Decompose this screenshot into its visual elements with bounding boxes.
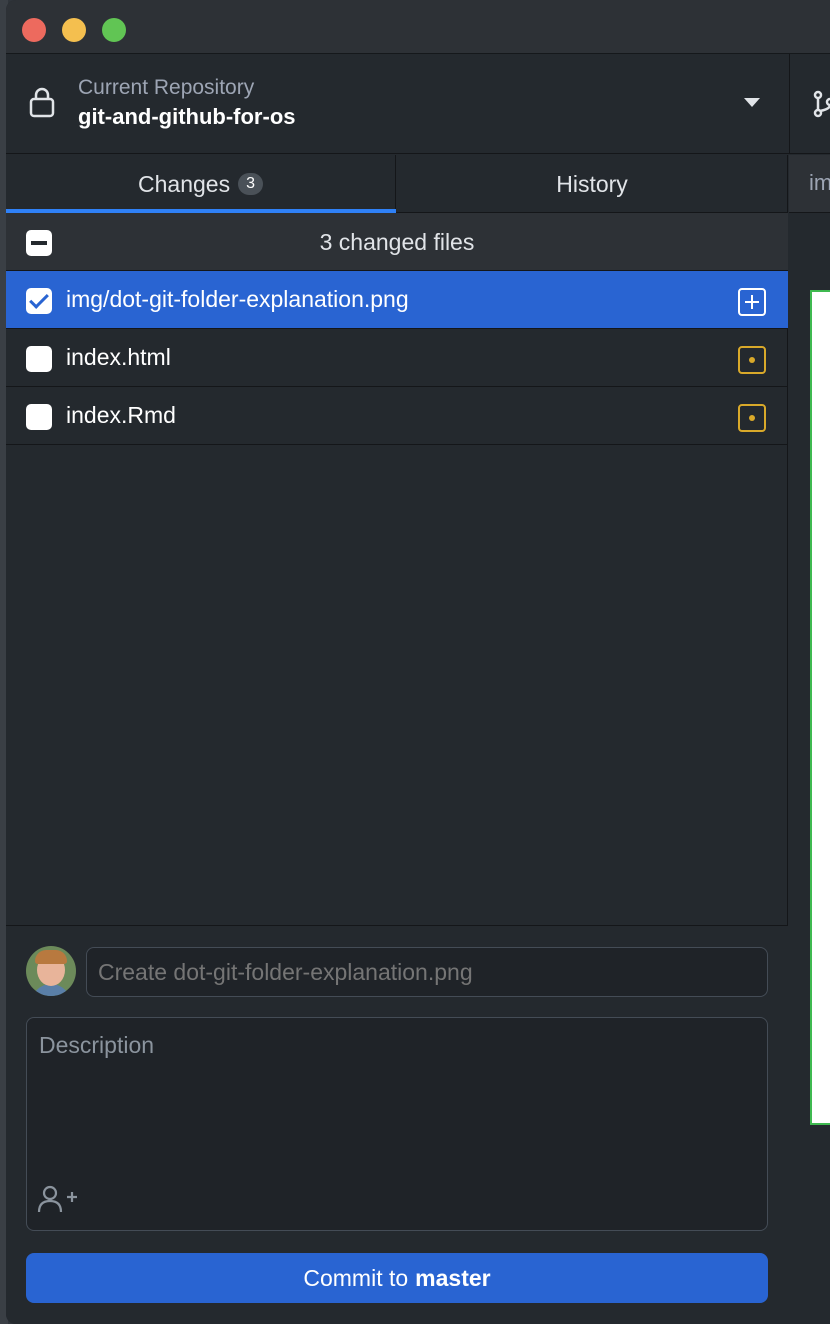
chevron-down-icon (744, 98, 760, 107)
description-placeholder: Description (39, 1032, 155, 1058)
branch-icon[interactable] (810, 88, 830, 120)
changes-count-badge: 3 (238, 173, 263, 195)
title-bar (6, 0, 830, 54)
add-coauthor-icon[interactable] (37, 1184, 77, 1214)
diff-file-header: im (789, 155, 830, 213)
sidebar: Changes 3 History 3 changed files img/do… (6, 155, 788, 1324)
maximize-window-button[interactable] (102, 18, 126, 42)
commit-message-area: Description Commit to master (6, 925, 788, 1324)
current-repository-button[interactable]: Current Repository git-and-github-for-os (6, 54, 790, 154)
tab-bar: Changes 3 History (6, 155, 788, 213)
file-include-checkbox[interactable] (26, 346, 52, 372)
diff-pane: im (789, 155, 830, 1324)
toolbar: Current Repository git-and-github-for-os (6, 54, 830, 154)
file-row[interactable]: index.html (6, 329, 788, 387)
tab-history[interactable]: History (397, 155, 787, 213)
avatar (26, 946, 76, 996)
lock-icon (29, 87, 55, 118)
repository-name: git-and-github-for-os (78, 104, 296, 129)
changed-files-count: 3 changed files (319, 229, 475, 255)
close-window-button[interactable] (22, 18, 46, 42)
commit-button-prefix: Commit to (303, 1264, 409, 1291)
minimize-window-button[interactable] (62, 18, 86, 42)
image-preview (810, 290, 830, 1125)
tab-changes[interactable]: Changes 3 (6, 155, 396, 213)
current-repository-label: Current Repository (78, 76, 255, 99)
github-desktop-window: Current Repository git-and-github-for-os… (6, 0, 830, 1324)
file-path: img/dot-git-folder-explanation.png (66, 286, 409, 312)
tab-history-label: History (556, 170, 628, 197)
file-path: index.html (66, 344, 171, 370)
tab-changes-label: Changes (138, 170, 231, 197)
commit-button[interactable]: Commit to master (26, 1253, 768, 1303)
changes-list-header: 3 changed files (6, 213, 788, 271)
commit-branch-name: master (415, 1264, 491, 1291)
commit-description-field[interactable]: Description (26, 1017, 768, 1231)
file-row[interactable]: index.Rmd (6, 387, 788, 445)
file-include-checkbox[interactable] (26, 288, 52, 314)
file-path: index.Rmd (66, 402, 176, 428)
file-added-icon (738, 288, 766, 316)
commit-summary-input[interactable] (86, 947, 768, 997)
file-modified-icon (738, 346, 766, 374)
file-include-checkbox[interactable] (26, 404, 52, 430)
file-modified-icon (738, 404, 766, 432)
file-row[interactable]: img/dot-git-folder-explanation.png (6, 271, 788, 329)
